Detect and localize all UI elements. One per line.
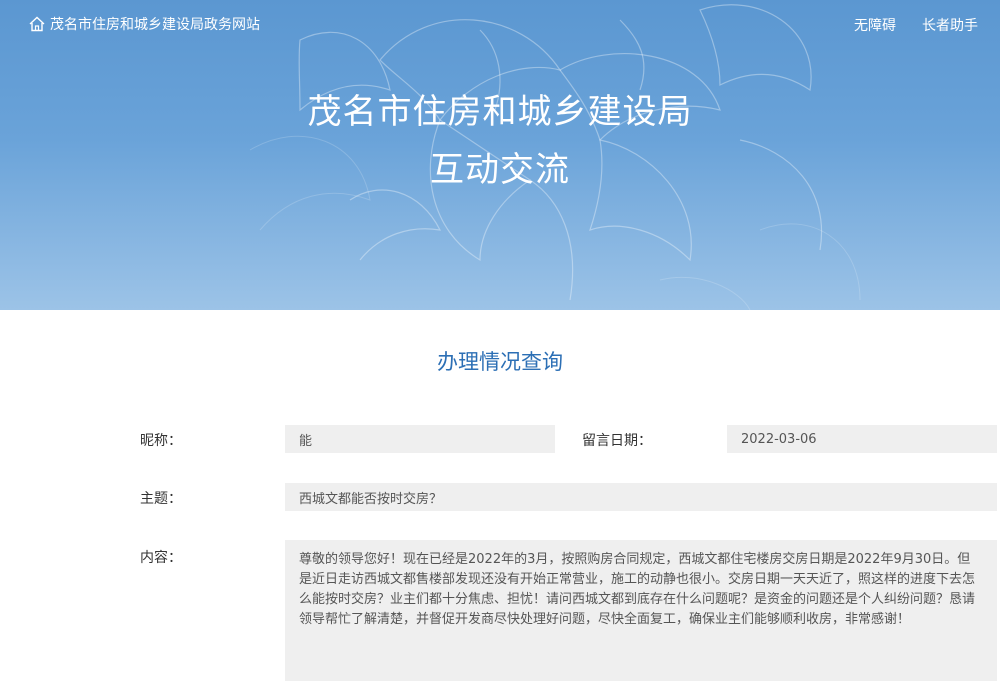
nickname-label: 昵称： [140,433,182,449]
section-title: 办理情况查询 [437,350,563,374]
subject-label: 主题： [140,491,182,507]
site-home-link[interactable]: 茂名市住房和城乡建设局政务网站 [28,14,260,34]
elderly-helper-link[interactable]: 长者助手 [922,15,978,35]
bureau-title: 茂名市住房和城乡建设局 [307,92,693,132]
top-links: 无障碍 长者助手 [854,15,978,35]
hero-banner: 茂名市住房和城乡建设局政务网站 无障碍 长者助手 茂名市住房和城乡建设局 互动交… [0,0,1000,310]
home-icon [29,16,45,32]
subject-value: 西城文都能否按时交房？ [285,483,997,511]
date-value: 2022-03-06 [727,425,997,453]
accessibility-link[interactable]: 无障碍 [854,15,896,35]
date-label: 留言日期： [582,433,652,449]
page-title: 互动交流 [430,150,570,190]
nickname-value: 能 [285,425,555,453]
content-label: 内容： [140,550,182,566]
content-value: 尊敬的领导您好！现在已经是2022年的3月，按照购房合同规定，西城文都住宅楼房交… [285,540,997,681]
site-name: 茂名市住房和城乡建设局政务网站 [50,17,260,33]
